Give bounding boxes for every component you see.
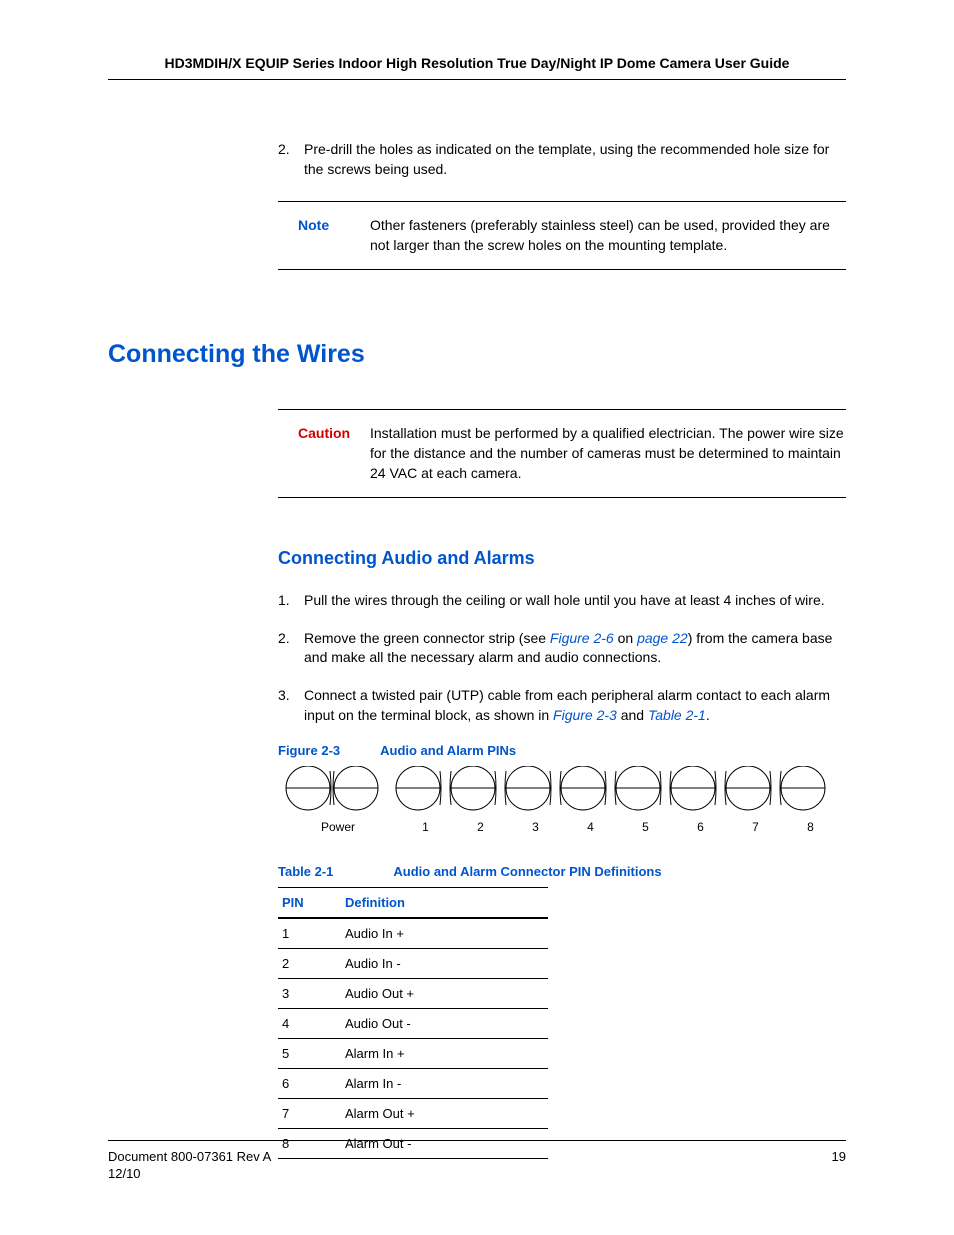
pin-label: 8: [783, 820, 838, 834]
table-row: 4Audio Out -: [278, 1009, 548, 1039]
pin-label: 5: [618, 820, 673, 834]
pin-label: 3: [508, 820, 563, 834]
pin-label: 7: [728, 820, 783, 834]
footer-date: 12/10: [108, 1166, 271, 1183]
page-footer: Document 800-07361 Rev A 12/10 19: [108, 1140, 846, 1183]
step-text: Remove the green connector strip (see Fi…: [304, 629, 846, 668]
col-header-def: Definition: [341, 888, 548, 919]
text-run: .: [706, 707, 710, 723]
caution-block: Caution Installation must be performed b…: [278, 409, 846, 498]
cell-pin: 7: [278, 1099, 341, 1129]
caution-text: Installation must be performed by a qual…: [370, 424, 846, 483]
table-caption: Table 2-1 Audio and Alarm Connector PIN D…: [278, 864, 846, 879]
text-run: and: [617, 707, 648, 723]
table-row: 1Audio In +: [278, 918, 548, 949]
figure-link[interactable]: Figure 2-6: [550, 630, 614, 646]
pin-diagram: [278, 766, 838, 811]
step-item: 3. Connect a twisted pair (UTP) cable fr…: [278, 686, 846, 725]
step-text: Connect a twisted pair (UTP) cable from …: [304, 686, 846, 725]
step-item: 1. Pull the wires through the ceiling or…: [278, 591, 846, 611]
pin-definitions-table: PIN Definition 1Audio In + 2Audio In - 3…: [278, 887, 548, 1159]
step-item: 2. Pre-drill the holes as indicated on t…: [278, 140, 846, 179]
figure-title: Audio and Alarm PINs: [380, 743, 516, 758]
table-link[interactable]: Table 2-1: [648, 707, 706, 723]
table-row: 6Alarm In -: [278, 1069, 548, 1099]
table-row: 5Alarm In +: [278, 1039, 548, 1069]
pin-labels-row: Power 1 2 3 4 5 6 7 8: [278, 820, 838, 834]
cell-pin: 6: [278, 1069, 341, 1099]
header-rule: [108, 79, 846, 80]
table-row: 7Alarm Out +: [278, 1099, 548, 1129]
step-text: Pull the wires through the ceiling or wa…: [304, 591, 846, 611]
section-heading: Connecting the Wires: [108, 340, 846, 369]
caution-label: Caution: [278, 424, 370, 483]
text-run: Remove the green connector strip (see: [304, 630, 550, 646]
body-content: 2. Pre-drill the holes as indicated on t…: [278, 140, 846, 270]
pin-label: 6: [673, 820, 728, 834]
subsection-heading: Connecting Audio and Alarms: [278, 548, 846, 569]
cell-pin: 3: [278, 979, 341, 1009]
pin-label: 4: [563, 820, 618, 834]
pin-label: 2: [453, 820, 508, 834]
page: HD3MDIH/X EQUIP Series Indoor High Resol…: [0, 0, 954, 1235]
step-number: 3.: [278, 686, 304, 725]
cell-pin: 1: [278, 918, 341, 949]
cell-def: Audio In -: [341, 949, 548, 979]
cell-pin: 5: [278, 1039, 341, 1069]
table-row: 3Audio Out +: [278, 979, 548, 1009]
text-run: on: [614, 630, 637, 646]
step-number: 2.: [278, 629, 304, 668]
cell-def: Audio In +: [341, 918, 548, 949]
cell-def: Alarm In -: [341, 1069, 548, 1099]
table-number: Table 2-1: [278, 864, 333, 879]
note-label: Note: [278, 216, 370, 255]
cell-pin: 2: [278, 949, 341, 979]
step-text: Pre-drill the holes as indicated on the …: [304, 140, 846, 179]
cell-def: Alarm Out +: [341, 1099, 548, 1129]
note-text: Other fasteners (preferably stainless st…: [370, 216, 846, 255]
footer-doc: Document 800-07361 Rev A: [108, 1149, 271, 1166]
col-header-pin: PIN: [278, 888, 341, 919]
table-row: 2Audio In -: [278, 949, 548, 979]
cell-pin: 4: [278, 1009, 341, 1039]
figure-link[interactable]: Figure 2-3: [553, 707, 617, 723]
cell-def: Audio Out +: [341, 979, 548, 1009]
figure-caption: Figure 2-3 Audio and Alarm PINs: [278, 743, 846, 758]
step-item: 2. Remove the green connector strip (see…: [278, 629, 846, 668]
cell-def: Alarm In +: [341, 1039, 548, 1069]
pin-label: 1: [398, 820, 453, 834]
step-number: 1.: [278, 591, 304, 611]
figure-number: Figure 2-3: [278, 743, 340, 758]
page-header: HD3MDIH/X EQUIP Series Indoor High Resol…: [108, 55, 846, 79]
page-link[interactable]: page 22: [637, 630, 688, 646]
table-title: Audio and Alarm Connector PIN Definition…: [393, 864, 661, 879]
footer-page: 19: [832, 1149, 846, 1183]
power-label: Power: [278, 820, 398, 834]
cell-def: Audio Out -: [341, 1009, 548, 1039]
step-number: 2.: [278, 140, 304, 179]
note-block: Note Other fasteners (preferably stainle…: [278, 201, 846, 270]
